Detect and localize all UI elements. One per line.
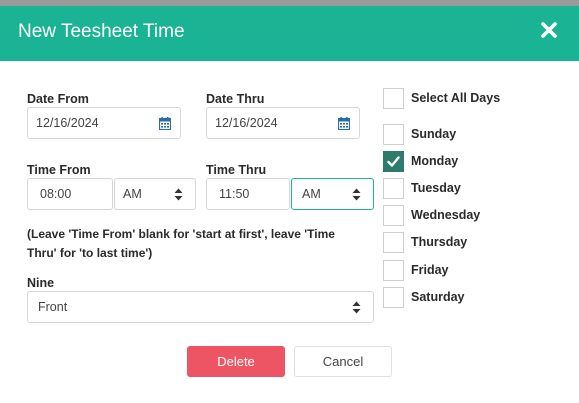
day-label-friday: Friday: [411, 263, 449, 277]
date-thru-input[interactable]: 12/16/2024: [206, 107, 360, 139]
date-thru-value: 12/16/2024: [215, 116, 278, 130]
modal-title: New Teesheet Time: [18, 21, 185, 42]
time-from-ampm-select[interactable]: AM: [114, 178, 196, 210]
time-thru-value: 11:50: [219, 187, 250, 201]
time-from-label: Time From: [27, 163, 91, 177]
sort-arrows-icon: [352, 301, 361, 314]
date-from-input[interactable]: 12/16/2024: [27, 107, 181, 139]
tuesday-checkbox[interactable]: [383, 178, 404, 199]
modal-header: New Teesheet Time: [0, 6, 579, 61]
select-all-days-checkbox[interactable]: [383, 88, 404, 109]
date-from-value: 12/16/2024: [36, 116, 99, 130]
time-thru-ampm-select[interactable]: AM: [291, 178, 374, 210]
time-thru-input[interactable]: 11:50: [206, 178, 290, 210]
calendar-icon[interactable]: [338, 117, 350, 130]
day-label-sunday: Sunday: [411, 127, 457, 141]
nine-label: Nine: [27, 276, 55, 290]
day-label-thursday: Thursday: [411, 235, 468, 249]
thursday-checkbox[interactable]: [383, 232, 404, 253]
sort-arrows-icon: [174, 188, 183, 201]
select-all-days-label: Select All Days: [411, 91, 501, 105]
day-label-wednesday: Wednesday: [411, 208, 481, 222]
sort-arrows-icon: [352, 188, 361, 201]
date-from-label: Date From: [27, 92, 89, 106]
close-icon: [541, 22, 557, 38]
close-button[interactable]: [539, 20, 559, 40]
time-from-input[interactable]: 08:00: [27, 178, 113, 210]
friday-checkbox[interactable]: [383, 260, 404, 281]
cancel-button[interactable]: Cancel: [294, 346, 392, 377]
sunday-checkbox[interactable]: [383, 124, 404, 145]
day-label-monday: Monday: [411, 154, 459, 168]
saturday-checkbox[interactable]: [383, 287, 404, 308]
check-icon: [387, 156, 400, 167]
wednesday-checkbox[interactable]: [383, 205, 404, 226]
calendar-icon[interactable]: [159, 117, 171, 130]
nine-value: Front: [38, 300, 68, 314]
delete-button[interactable]: Delete: [187, 346, 285, 377]
day-label-saturday: Saturday: [411, 290, 465, 304]
monday-checkbox[interactable]: [383, 151, 404, 172]
time-thru-ampm-value: AM: [302, 187, 321, 201]
date-thru-label: Date Thru: [206, 92, 265, 106]
time-hint-text: (Leave 'Time From' blank for 'start at f…: [27, 227, 335, 260]
time-from-value: 08:00: [40, 187, 72, 201]
time-from-ampm-value: AM: [123, 187, 142, 201]
time-thru-label: Time Thru: [206, 163, 267, 177]
day-label-tuesday: Tuesday: [411, 181, 461, 195]
new-teesheet-time-dialog: New Teesheet Time Date From 12/16/2024 D…: [0, 6, 579, 403]
nine-select[interactable]: Front: [27, 291, 374, 323]
